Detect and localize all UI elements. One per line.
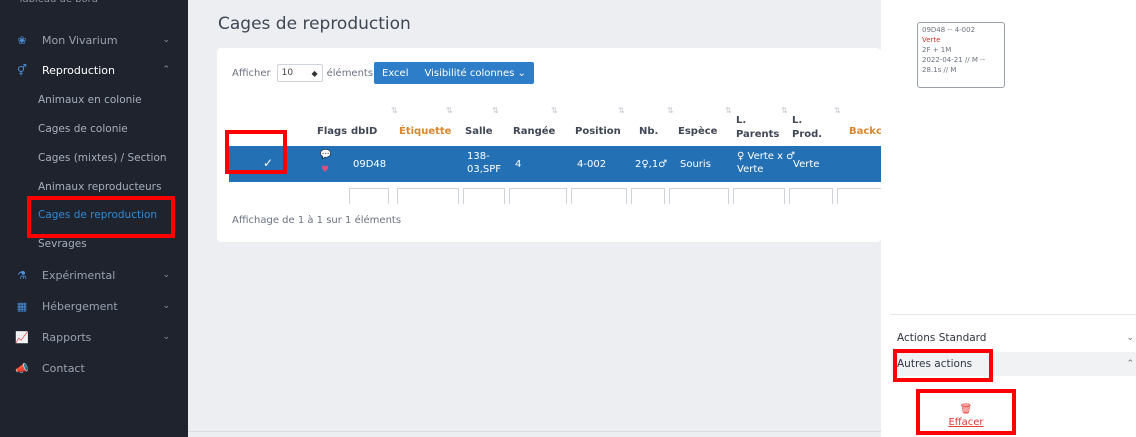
chevron-down-icon: ⌄ [162, 301, 170, 311]
gender-icon: ⚥ [17, 63, 27, 77]
sidebar-subitem-cages-mixtes[interactable]: Cages (mixtes) / Section [38, 148, 167, 168]
chevron-down-icon: ⌄ [162, 270, 170, 280]
sidebar-item-label: Hébergement [42, 299, 118, 313]
filter-input-parents[interactable] [733, 188, 785, 204]
excel-button[interactable]: Excel [374, 68, 417, 79]
accordion-actions-standard[interactable]: Actions Standard ⌄ [891, 326, 1136, 350]
page-length-control: Afficher 10 ◆ éléments [232, 64, 373, 82]
chart-icon: 📈 [15, 330, 29, 344]
sidebar-item-label: Rapports [42, 330, 92, 344]
divider [188, 431, 881, 432]
chevron-up-icon: ⌃ [1126, 359, 1134, 369]
sidebar-item-contact[interactable]: 📣 Contact [0, 356, 188, 380]
sidebar-item-experimental[interactable]: ⚗ Expérimental ⌄ [0, 263, 188, 287]
filter-input-salle[interactable] [463, 188, 505, 204]
sidebar-item-label: Mon Vivarium [42, 33, 118, 47]
sidebar-item-rapports[interactable]: 📈 Rapports ⌄ [0, 325, 188, 349]
cell-parents: ♀ Verte x ♂ Verte [737, 151, 796, 175]
cage-card-line: 2F + 1M [922, 46, 952, 54]
highlight-box-autres-actions [893, 349, 993, 382]
cage-card[interactable]: 09D48 -- 4-002 Verte 2F + 1M 2022-04-21 … [917, 22, 1005, 88]
show-suffix-label: éléments [326, 67, 374, 79]
data-table: ⇅ ⇅ ⇅ ⇅ ⇅ ⇅ ⇅ ⇅ ⇅ Flags dbID Étiquette S… [229, 100, 881, 204]
building-icon: ▦ [16, 299, 28, 313]
chevron-down-icon: ⌄ [1126, 333, 1134, 343]
filter-input-backcross[interactable] [837, 188, 881, 204]
table-card: Afficher 10 ◆ éléments Excel Visibilité … [217, 48, 881, 242]
cell-dbid: 09D48 [353, 159, 387, 170]
cell-salle: 138- 03,SPF [467, 151, 502, 175]
divider [891, 314, 1136, 315]
sort-icon: ⇅ [618, 106, 625, 115]
sidebar-item-mon-vivarium[interactable]: ❀ Mon Vivarium ⌄ [0, 28, 188, 52]
filter-input-rangee[interactable] [509, 188, 567, 204]
show-prefix-label: Afficher [232, 67, 271, 79]
filter-input-nb[interactable] [631, 188, 665, 204]
sort-icon: ⇅ [834, 106, 841, 115]
sidebar-subitem-cages-colonie[interactable]: Cages de colonie [38, 119, 128, 139]
cell-nb: 2♀,1♂ [635, 159, 668, 170]
cage-card-line: Verte [922, 36, 941, 44]
column-header-dbid[interactable]: dbID [351, 126, 377, 137]
table-button-group: Excel Visibilité colonnes ⌄ [374, 62, 534, 84]
sort-icon: ⇅ [391, 106, 398, 115]
cage-card-line: 2022-04-21 // M -- [922, 56, 986, 64]
cell-prod: Verte [793, 159, 820, 170]
table-info: Affichage de 1 à 1 sur 1 éléments [232, 215, 402, 226]
cage-card-line: 09D48 -- 4-002 [922, 26, 976, 34]
sort-icon: ⇅ [725, 106, 732, 115]
highlight-box-cages-reproduction [27, 196, 175, 238]
paw-icon: ❀ [17, 33, 27, 47]
comment-icon[interactable]: 💬 [320, 149, 331, 162]
sort-icon: ⇅ [667, 106, 674, 115]
flask-icon: ⚗ [17, 268, 27, 282]
filter-input-espece[interactable] [669, 188, 729, 204]
sort-icon: ⇅ [446, 106, 453, 115]
chevron-up-icon: ⌃ [162, 65, 170, 75]
cell-rangee: 4 [515, 159, 522, 170]
sidebar-subitem-animaux-colonie[interactable]: Animaux en colonie [38, 90, 142, 110]
sidebar-subitem-animaux-reproducteurs[interactable]: Animaux reproducteurs [38, 177, 161, 197]
sidebar-item-label: Contact [42, 361, 85, 375]
accordion-label: Actions Standard [897, 332, 987, 344]
main-content: Cages de reproduction Afficher 10 ◆ élém… [188, 0, 881, 437]
column-header-espece[interactable]: Espèce [678, 126, 717, 137]
select-arrow-icon: ◆ [311, 68, 318, 78]
cell-position: 4-002 [577, 159, 607, 170]
cage-card-line: 28.1s // M [922, 66, 957, 74]
filter-input-dbid[interactable] [349, 188, 389, 204]
sidebar-item-reproduction[interactable]: ⚥ Reproduction ⌃ [0, 58, 188, 82]
column-header-parents[interactable]: L. Parents [736, 114, 786, 142]
column-header-salle[interactable]: Salle [465, 126, 493, 137]
cell-espece: Souris [680, 159, 711, 170]
right-panel: 09D48 -- 4-002 Verte 2F + 1M 2022-04-21 … [881, 0, 1136, 437]
sidebar-item-label: Reproduction [42, 63, 115, 77]
sidebar: Tableau de bord ❀ Mon Vivarium ⌄ ⚥ Repro… [0, 0, 188, 437]
column-header-backcross[interactable]: Backcr [849, 126, 881, 137]
sidebar-item-hebergement[interactable]: ▦ Hébergement ⌄ [0, 294, 188, 318]
sort-icon: ⇅ [492, 106, 499, 115]
column-header-position[interactable]: Position [575, 126, 621, 137]
column-header-etiquette[interactable]: Étiquette [399, 126, 451, 137]
filter-input-position[interactable] [571, 188, 627, 204]
heart-icon[interactable]: ♥ [321, 164, 329, 177]
page-length-select[interactable]: 10 ◆ [276, 64, 323, 82]
column-header-flags[interactable]: Flags [317, 126, 347, 137]
table-row[interactable]: ✓ 💬 ♥ 09D48 138- 03,SPF 4 4-002 2♀,1♂ So… [229, 146, 881, 182]
sort-icon: ⇅ [551, 106, 558, 115]
page-title: Cages de reproduction [218, 14, 411, 34]
column-header-prod[interactable]: L. Prod. [792, 114, 828, 142]
highlight-box-effacer [916, 389, 1016, 435]
column-visibility-button[interactable]: Visibilité colonnes ⌄ [417, 68, 534, 79]
filter-input-prod[interactable] [789, 188, 833, 204]
chevron-down-icon: ⌄ [162, 35, 170, 45]
filter-input-etiquette[interactable] [397, 188, 459, 204]
column-header-nb[interactable]: Nb. [639, 126, 658, 137]
sidebar-item-dashboard-partial[interactable]: Tableau de bord [18, 0, 98, 10]
sidebar-item-label: Expérimental [42, 268, 116, 282]
column-header-rangee[interactable]: Rangée [513, 126, 555, 137]
megaphone-icon: 📣 [15, 361, 29, 375]
highlight-box-row-check [225, 130, 287, 174]
chevron-down-icon: ⌄ [162, 332, 170, 342]
